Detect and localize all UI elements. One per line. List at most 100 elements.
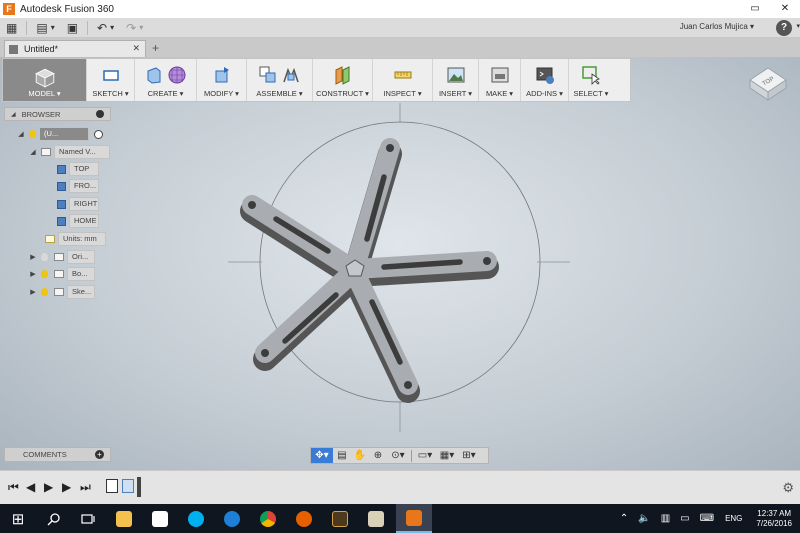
message-icon[interactable]: ▭ [680,513,689,524]
taskbar-fusion-360[interactable] [396,504,432,533]
create-menu[interactable]: CREATE ▾ [135,59,197,101]
taskbar-muse[interactable] [322,504,358,533]
visibility-bulb-icon[interactable] [29,130,36,138]
new-tab-button[interactable]: + [152,41,159,55]
insert-menu[interactable]: INSERT ▾ [433,59,479,101]
close-tab-icon[interactable]: ✕ [132,43,140,54]
timeline-extrude-feature[interactable] [122,479,134,493]
first-step-icon[interactable]: ⏮ [8,480,19,495]
edge-icon [224,510,240,527]
document-cube-icon [9,44,18,54]
view-cube[interactable]: TOP [746,64,790,108]
taskbar-skype[interactable] [178,504,214,533]
pin-icon[interactable] [96,110,104,118]
expand-icon[interactable]: ▶ [28,270,38,278]
make-menu[interactable]: MAKE ▾ [479,59,521,101]
zoom-icon[interactable]: ⊕ [369,448,387,463]
look-at-icon[interactable]: ▤ [333,448,351,463]
tree-item-units[interactable]: Units: mm [42,232,106,246]
inspect-menu[interactable]: INSPECT ▾ [373,59,433,101]
show-hidden-icons[interactable]: ⌃ [620,513,628,524]
play-icon[interactable]: ▶ [44,480,53,494]
start-button[interactable]: ⊞ [0,504,36,533]
tree-item-label: Ori... [67,250,95,264]
restore-button[interactable]: ▭ [740,0,770,18]
system-clock[interactable]: 12:37 AM 7/26/2016 [756,509,792,529]
file-menu-button[interactable]: ▤ ▾ [30,18,60,38]
select-menu[interactable]: SELECT ▾ [569,59,613,101]
network-icon[interactable]: ▥ [661,513,670,524]
data-panel-grid-icon[interactable]: ▦ [0,18,23,38]
assemble-menu[interactable]: ASSEMBLE ▾ [247,59,313,101]
timeline-marker-handle[interactable] [137,477,141,497]
chevron-down-icon: ▾ [139,23,144,32]
expand-icon[interactable]: ◢ [28,148,38,156]
visibility-bulb-icon[interactable] [41,270,48,278]
visibility-bulb-icon[interactable] [41,253,48,261]
tree-item-bodies[interactable]: ▶ Bo... [28,267,95,281]
document-settings-icon [45,235,55,243]
display-settings-icon[interactable]: ▭▾ [414,448,436,463]
tree-item-sketches[interactable]: ▶ Ske... [28,285,95,299]
taskbar-edge[interactable] [214,504,250,533]
user-account-menu[interactable]: Juan Carlos Mujica ▾ [680,22,754,31]
visibility-bulb-icon[interactable] [41,288,48,296]
sketch-menu[interactable]: SKETCH ▾ [87,59,135,101]
taskbar-paint[interactable] [358,504,394,533]
tree-item-named-views[interactable]: ◢ Named V... [28,145,110,159]
fusion-logo-icon: F [3,3,15,15]
input-language[interactable]: ENG [725,514,742,523]
close-window-button[interactable]: ✕ [770,0,800,18]
activate-radio-icon[interactable] [94,129,103,139]
taskbar-store[interactable] [142,504,178,533]
document-tab[interactable]: Untitled* ✕ [4,40,146,57]
tree-item-view-right[interactable]: RIGHT [57,197,99,211]
volume-icon[interactable]: 🔈 [638,513,650,524]
expand-icon[interactable]: ▶ [28,288,38,296]
add-comment-icon[interactable]: + [95,450,104,459]
viewports-icon[interactable]: ⊞▾ [458,448,480,463]
orbit-button[interactable]: ✥▾ [311,448,333,463]
named-view-icon [57,199,66,209]
clock-time: 12:37 AM [757,508,792,518]
previous-step-icon[interactable]: ◀ [26,480,35,494]
redo-button[interactable]: ↷ ▾ [120,18,149,38]
timeline-sketch-feature[interactable] [106,479,118,493]
search-button[interactable] [36,504,72,533]
workspace-model-button[interactable]: MODEL ▾ [3,59,87,101]
tree-item-view-front[interactable]: FRO... [57,179,99,193]
task-view-button[interactable] [70,504,106,533]
ribbon-toolbar: MODEL ▾ SKETCH ▾ CREATE ▾ MODIFY ▾ ASSEM… [2,58,631,102]
undo-button[interactable]: ↶ ▾ [91,18,120,38]
chevron-down-icon[interactable]: ▾ [796,22,800,30]
save-button[interactable]: ▣ [61,18,84,38]
add-ins-menu[interactable]: ADD-INS ▾ [521,59,569,101]
five-arm-bracket-body[interactable] [240,138,499,403]
help-icon[interactable]: ? [776,20,792,36]
expand-icon[interactable]: ◢ [16,130,26,138]
tree-item-origin[interactable]: ▶ Ori... [28,250,95,264]
taskbar-chrome[interactable] [250,504,286,533]
construct-menu[interactable]: CONSTRUCT ▾ [313,59,373,101]
grid-settings-icon[interactable]: ▦▾ [436,448,458,463]
browser-panel-header[interactable]: ◢ BROWSER [4,107,111,121]
skype-icon [188,510,204,527]
taskbar-file-explorer[interactable] [106,504,142,533]
tree-item-view-top[interactable]: TOP [57,162,99,176]
comments-panel[interactable]: COMMENTS + [4,447,111,462]
tree-item-root[interactable]: ◢ (U... [16,127,103,141]
canvas-viewport[interactable] [0,57,800,470]
offset-plane-icon [335,66,349,85]
timeline-settings-icon[interactable]: ⚙ [782,480,794,496]
title-bar: F Autodesk Fusion 360 ▭ ✕ [0,0,800,18]
fit-zoom-icon[interactable]: ⊙▾ [387,448,409,463]
tree-item-view-home[interactable]: HOME [57,214,99,228]
keyboard-icon[interactable]: ⌨ [700,513,714,524]
pan-icon[interactable]: ✋ [351,448,369,463]
taskbar-firefox[interactable] [286,504,322,533]
next-step-icon[interactable]: ▶ [62,480,71,494]
collapse-icon[interactable]: ◢ [11,111,16,118]
modify-menu[interactable]: MODIFY ▾ [197,59,247,101]
last-step-icon[interactable]: ⏭ [80,480,91,495]
expand-icon[interactable]: ▶ [28,253,38,261]
